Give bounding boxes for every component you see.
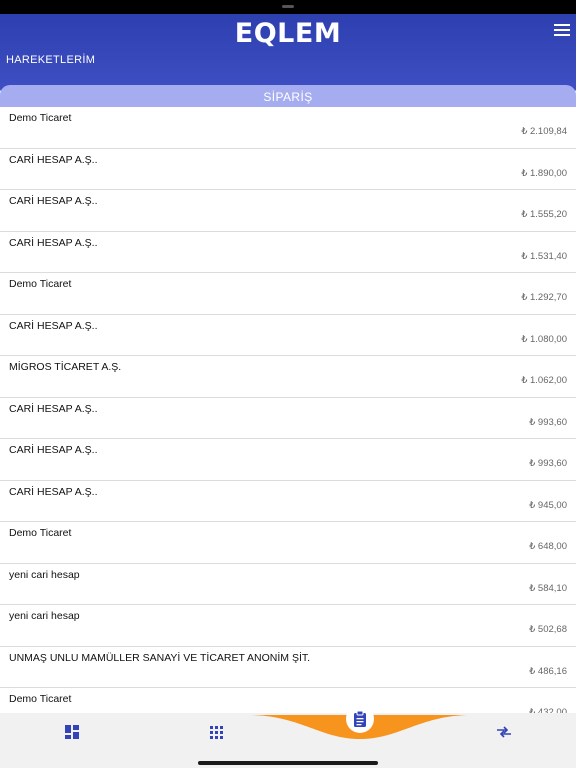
order-customer-name: CARİ HESAP A.Ş.. xyxy=(9,153,98,166)
order-amount: ₺ 993,60 xyxy=(529,416,567,428)
order-list: Demo Ticaret ₺ 2.109,84 CARİ HESAP A.Ş..… xyxy=(0,107,576,713)
order-row[interactable]: yeni cari hesap ₺ 502,68 xyxy=(0,605,576,647)
order-row[interactable]: Demo Ticaret ₺ 432,00 xyxy=(0,688,576,713)
active-tab-wave xyxy=(248,715,472,739)
order-amount: ₺ 584,10 xyxy=(529,582,567,594)
order-row[interactable]: CARİ HESAP A.Ş.. ₺ 1.080,00 xyxy=(0,314,576,356)
order-amount: ₺ 1.292,70 xyxy=(521,292,567,303)
dashboard-icon[interactable] xyxy=(62,722,82,742)
order-customer-name: MİGROS TİCARET A.Ş. xyxy=(9,361,122,373)
order-customer-name: Demo Ticaret xyxy=(9,693,72,705)
order-amount: ₺ 1.062,00 xyxy=(521,375,567,386)
order-amount: ₺ 648,00 xyxy=(529,541,567,552)
order-customer-name: CARİ HESAP A.Ş.. xyxy=(9,236,98,249)
clipboard-icon[interactable] xyxy=(346,705,374,733)
order-customer-name: Demo Ticaret xyxy=(9,278,72,290)
order-amount: ₺ 502,68 xyxy=(529,624,567,635)
order-amount: ₺ 1.890,00 xyxy=(521,167,567,179)
order-customer-name: CARİ HESAP A.Ş.. xyxy=(9,319,98,332)
order-customer-name: CARİ HESAP A.Ş.. xyxy=(9,195,98,207)
order-customer-name: yeni cari hesap xyxy=(9,610,80,622)
order-customer-name: Demo Ticaret xyxy=(9,112,72,124)
order-amount: ₺ 1.555,20 xyxy=(521,209,567,220)
order-amount: ₺ 1.531,40 xyxy=(521,250,567,262)
app-header: EQLEM HAREKETLERİM xyxy=(0,14,576,91)
order-row[interactable]: CARİ HESAP A.Ş.. ₺ 1.531,40 xyxy=(0,231,576,273)
bottom-tab-bar xyxy=(0,705,576,756)
order-row[interactable]: Demo Ticaret ₺ 1.292,70 xyxy=(0,273,576,315)
order-amount: ₺ 993,60 xyxy=(529,458,567,469)
page-title: HAREKETLERİM xyxy=(6,54,96,66)
order-row[interactable]: yeni cari hesap ₺ 584,10 xyxy=(0,563,576,605)
order-customer-name: yeni cari hesap xyxy=(9,568,80,581)
order-row[interactable]: CARİ HESAP A.Ş.. ₺ 1.890,00 xyxy=(0,148,576,190)
order-amount: ₺ 2.109,84 xyxy=(521,126,567,137)
order-row[interactable]: CARİ HESAP A.Ş.. ₺ 993,60 xyxy=(0,397,576,439)
order-customer-name: CARİ HESAP A.Ş.. xyxy=(9,402,98,415)
section-title-siparis[interactable]: SİPARİŞ xyxy=(0,85,576,107)
order-amount: ₺ 945,00 xyxy=(529,499,567,511)
camera-notch xyxy=(282,5,294,8)
status-bar xyxy=(0,0,576,14)
order-customer-name: UNMAŞ UNLU MAMÜLLER SANAYİ VE TİCARET AN… xyxy=(9,651,311,664)
order-customer-name: CARİ HESAP A.Ş.. xyxy=(9,485,98,498)
home-indicator[interactable] xyxy=(198,761,378,765)
order-row[interactable]: Demo Ticaret ₺ 648,00 xyxy=(0,522,576,564)
order-row[interactable]: CARİ HESAP A.Ş.. ₺ 1.555,20 xyxy=(0,190,576,232)
order-row[interactable]: CARİ HESAP A.Ş.. ₺ 945,00 xyxy=(0,480,576,522)
order-amount: ₺ 486,16 xyxy=(529,665,567,677)
order-row[interactable]: Demo Ticaret ₺ 2.109,84 xyxy=(0,107,576,149)
apps-grid-icon[interactable] xyxy=(206,722,226,742)
order-customer-name: Demo Ticaret xyxy=(9,527,72,539)
hamburger-menu-icon[interactable] xyxy=(554,24,570,38)
order-customer-name: CARİ HESAP A.Ş.. xyxy=(9,444,98,456)
swap-arrows-icon[interactable] xyxy=(494,722,514,742)
order-amount: ₺ 1.080,00 xyxy=(521,333,567,345)
app-logo: EQLEM xyxy=(234,18,342,49)
order-row[interactable]: MİGROS TİCARET A.Ş. ₺ 1.062,00 xyxy=(0,356,576,398)
order-row[interactable]: UNMAŞ UNLU MAMÜLLER SANAYİ VE TİCARET AN… xyxy=(0,646,576,688)
order-row[interactable]: CARİ HESAP A.Ş.. ₺ 993,60 xyxy=(0,439,576,481)
